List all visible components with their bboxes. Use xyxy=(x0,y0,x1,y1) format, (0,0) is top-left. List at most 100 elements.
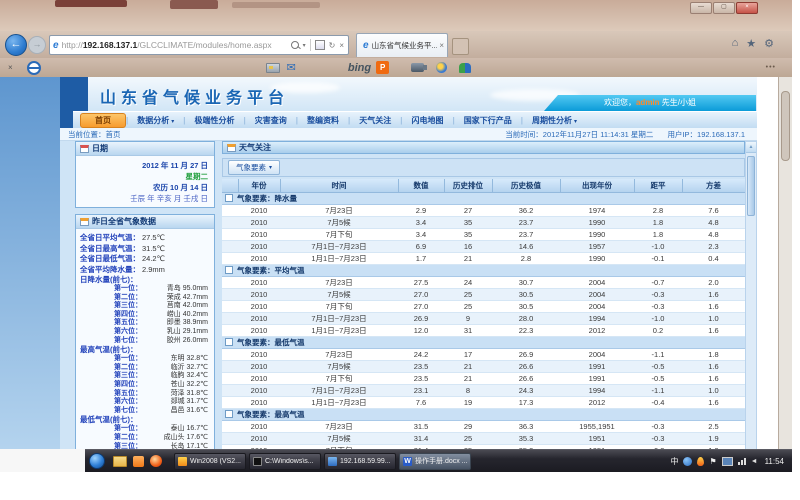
rank-label: 第三位： xyxy=(80,302,142,311)
nav-item[interactable]: 整编资料 xyxy=(298,115,348,126)
close-button[interactable]: × xyxy=(736,2,758,14)
language-indicator[interactable]: 中 xyxy=(670,456,678,467)
back-button[interactable]: ← xyxy=(5,34,27,56)
taskbar-button[interactable]: C:\Windows\s... xyxy=(249,453,321,470)
table-row[interactable]: 20107月5候3.43523.719901.84.8 xyxy=(222,217,745,229)
nav-item[interactable]: 数据分析▾ xyxy=(128,115,183,126)
display-monitor-icon[interactable] xyxy=(722,457,733,466)
group-expand-box[interactable] xyxy=(225,266,233,274)
table-row[interactable]: 20107月5候27.02530.52004-0.31.6 xyxy=(222,289,745,301)
nav-accent-block xyxy=(60,111,73,128)
tray-app-icon[interactable] xyxy=(683,457,692,466)
table-row[interactable]: 20101月1日~7月23日1.7212.81990-0.10.4 xyxy=(222,253,745,265)
stop-icon[interactable]: × xyxy=(339,41,344,50)
page-scrollbar[interactable]: ▲ ▼ xyxy=(745,141,757,472)
group-expand-box[interactable] xyxy=(225,194,233,202)
table-cell: 23.5 xyxy=(398,373,444,385)
overflow-menu[interactable]: ••• xyxy=(766,64,776,71)
action-center-flag-icon[interactable]: ⚑ xyxy=(709,457,716,466)
table-row[interactable]: 20107月下旬27.02530.52004-0.31.6 xyxy=(222,301,745,313)
tab-close-icon[interactable]: × xyxy=(439,41,444,50)
nav-item[interactable]: 极端性分析 xyxy=(186,115,244,126)
taskbar-button[interactable]: W操作手册.docx ... xyxy=(399,453,471,470)
table-cell: 17 xyxy=(444,349,492,361)
table-row[interactable]: 20101月1日~7月23日7.61917.32012-0.41.6 xyxy=(222,397,745,409)
table-row[interactable]: 20107月下旬3.43523.719901.84.8 xyxy=(222,229,745,241)
table-cell: 2004 xyxy=(560,301,634,313)
network-icon[interactable] xyxy=(738,458,746,465)
table-row[interactable]: 20107月23日2.92736.219742.87.6 xyxy=(222,205,745,217)
stat-value: 24.2℃ xyxy=(142,254,165,265)
nav-item[interactable]: 国家下行产品 xyxy=(455,115,521,126)
download-manager-icon[interactable] xyxy=(697,457,704,466)
taskbar-button[interactable]: Win2008 (VS2... xyxy=(174,453,246,470)
group-header-row[interactable]: 气象要素：降水量 xyxy=(222,193,745,205)
table-cell: 2010 xyxy=(238,361,280,373)
table-row[interactable]: 20107月1日~7月23日26.9928.01994-1.01.0 xyxy=(222,313,745,325)
pinned-app-icon[interactable] xyxy=(133,456,144,467)
toolbar-close-icon[interactable]: × xyxy=(8,63,13,72)
speaker-icon[interactable]: ◄ xyxy=(751,458,758,465)
table-row[interactable]: 20107月1日~7月23日6.91614.61957-1.02.3 xyxy=(222,241,745,253)
table-row[interactable]: 20107月5候31.42535.31951-0.31.9 xyxy=(222,433,745,445)
nav-item[interactable]: 灾害查询 xyxy=(246,115,296,126)
home-icon[interactable]: ⌂ xyxy=(732,37,739,50)
card-reader-icon[interactable] xyxy=(266,63,280,73)
address-bar[interactable]: e http://192.168.137.1/GLCCLIMATE/module… xyxy=(49,35,349,55)
table-row[interactable]: 20107月23日31.52936.31955,1951-0.32.5 xyxy=(222,421,745,433)
explorer-folder-icon[interactable] xyxy=(113,456,127,467)
settings-gear-icon[interactable]: ⚙ xyxy=(764,37,774,50)
rank-label: 第六位： xyxy=(80,328,142,337)
nav-item[interactable]: 闪电地图 xyxy=(403,115,453,126)
element-selector-button[interactable]: 气象要素 ▾ xyxy=(228,160,280,175)
table-row[interactable]: 20107月5候23.52126.61991-0.51.6 xyxy=(222,361,745,373)
group-header-row[interactable]: 气象要素：最高气温 xyxy=(222,409,745,421)
breadcrumb-bar: 当前位置：首页 当前时间：2012年11月27日 11:14:31 星期二 用户… xyxy=(60,128,757,141)
table-row[interactable]: 20107月23日27.52430.72004-0.72.0 xyxy=(222,277,745,289)
new-tab-button[interactable] xyxy=(452,38,469,55)
browser-tab[interactable]: e 山东省气候业务平... × xyxy=(356,33,448,57)
refresh-icon[interactable]: ↻ xyxy=(329,41,336,50)
group-expand-box[interactable] xyxy=(225,410,233,418)
table-row[interactable]: 20101月1日~7月23日12.03122.320120.21.6 xyxy=(222,325,745,337)
table-toolbar: 气象要素 ▾ xyxy=(222,158,745,177)
dropdown-arrow-icon[interactable]: ▾ xyxy=(303,42,306,49)
table-row[interactable]: 20107月下旬23.52126.61991-0.51.6 xyxy=(222,373,745,385)
start-button[interactable] xyxy=(89,453,105,469)
search-icon[interactable] xyxy=(291,41,299,49)
group-header-row[interactable]: 气象要素：平均气温 xyxy=(222,265,745,277)
nav-item[interactable]: 首页 xyxy=(80,113,126,128)
webcam-icon[interactable] xyxy=(411,63,424,72)
table-cell: 9 xyxy=(444,313,492,325)
taskbar-button[interactable]: 192.168.59.99... xyxy=(324,453,396,470)
favorites-star-icon[interactable]: ★ xyxy=(746,37,756,50)
browser-launcher-icon[interactable] xyxy=(150,455,162,467)
browser-scrollbar[interactable] xyxy=(778,77,792,472)
maximize-button[interactable]: ▢ xyxy=(713,2,735,14)
browser-scrollbar-thumb[interactable] xyxy=(781,91,790,161)
scroll-up-arrow[interactable]: ▲ xyxy=(746,142,756,153)
group-header-row[interactable]: 气象要素：最低气温 xyxy=(222,337,745,349)
table-cell: 35 xyxy=(444,217,492,229)
forward-button[interactable]: → xyxy=(28,36,46,54)
toolbar-logo-icon[interactable] xyxy=(27,61,41,75)
row-gutter-cell xyxy=(222,253,238,265)
nav-item[interactable]: 周期性分析▾ xyxy=(523,115,586,126)
table-cell: -0.5 xyxy=(634,373,682,385)
clock[interactable]: 11:54 xyxy=(765,457,784,466)
rank-item: 第五位：菏泽 31.8℃ xyxy=(80,390,210,399)
minimize-button[interactable]: — xyxy=(690,2,712,14)
table-row[interactable]: 20107月23日24.21726.92004-1.11.8 xyxy=(222,349,745,361)
weather-panel-title: 昨日全省气象数据 xyxy=(92,216,156,227)
mail-icon[interactable]: ✉ xyxy=(287,61,296,74)
table-cell: 31 xyxy=(444,325,492,337)
table-cell: 2004 xyxy=(560,277,634,289)
nav-item[interactable]: 天气关注 xyxy=(350,115,400,126)
contacts-icon[interactable] xyxy=(459,63,471,73)
compatibility-view-icon[interactable] xyxy=(315,40,325,50)
group-expand-box[interactable] xyxy=(225,338,233,346)
table-row[interactable]: 20107月1日~7月23日23.1824.31994-1.11.0 xyxy=(222,385,745,397)
share-icon[interactable] xyxy=(436,62,447,73)
scrollbar-thumb[interactable] xyxy=(747,156,755,216)
baidu-icon[interactable]: P xyxy=(376,61,389,74)
